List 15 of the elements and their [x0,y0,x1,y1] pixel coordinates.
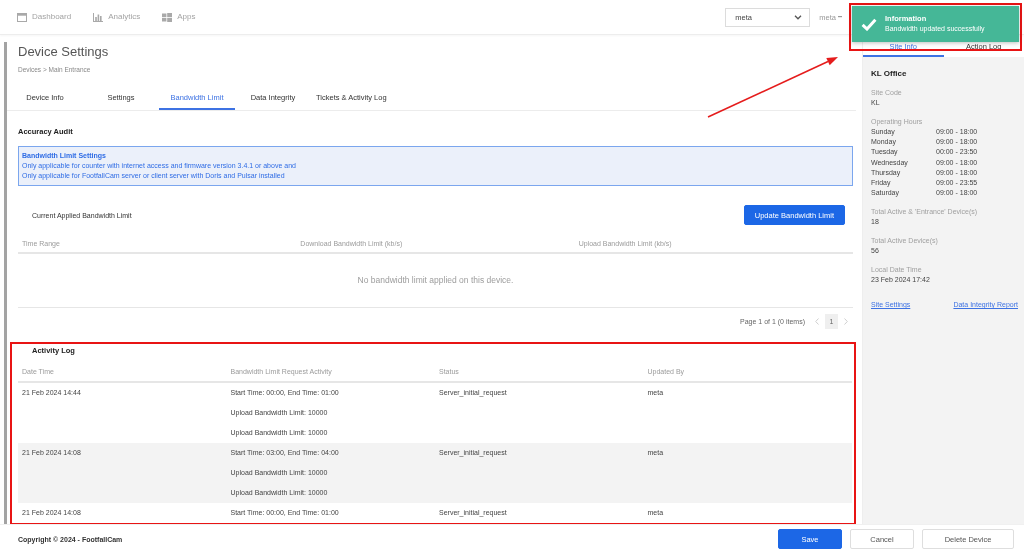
bar-chart-icon [93,12,104,22]
empty-table-message: No bandwidth limit applied on this device. [357,275,514,286]
grid-icon [162,12,173,22]
chevron-down-icon [794,15,803,20]
caret-icon [838,16,842,18]
site-name: KL Office [871,69,908,79]
nav-link[interactable]: Analytics [93,12,141,22]
check-icon [861,17,877,31]
chevron-right-icon[interactable] [844,318,848,325]
nav-link[interactable]: Dashboard [17,12,72,22]
nav-link[interactable]: Apps [162,12,196,22]
page-title: Device Settings [18,44,110,60]
chevron-left-icon[interactable] [815,318,819,325]
window-icon [17,12,27,22]
scrollbar-thumb[interactable] [4,42,7,524]
